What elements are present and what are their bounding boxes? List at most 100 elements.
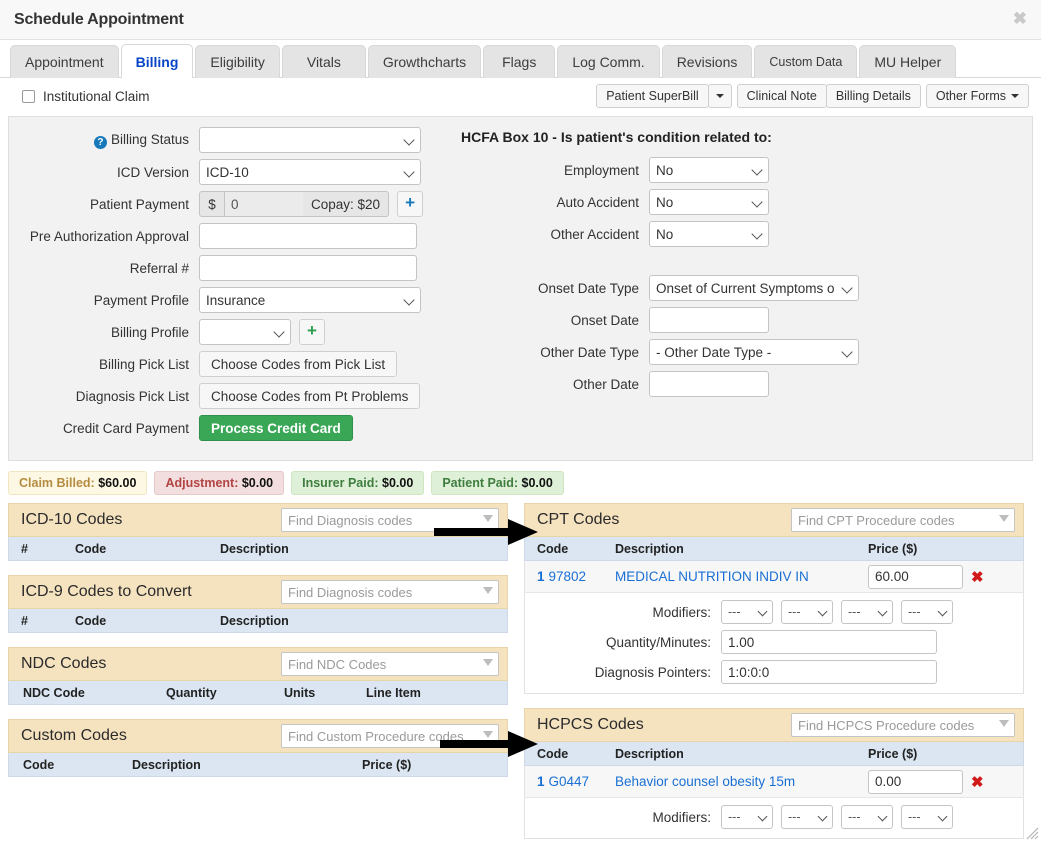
dropdown-arrow-icon bbox=[999, 720, 1009, 727]
hcpcs-row-delete-icon[interactable]: ✖ bbox=[971, 773, 984, 791]
tab-revisions[interactable]: Revisions bbox=[661, 45, 753, 78]
find-diagnosis-codes-input-icd9[interactable]: Find Diagnosis codes bbox=[281, 580, 499, 604]
tab-billing[interactable]: Billing bbox=[120, 44, 194, 78]
help-icon[interactable]: ? bbox=[93, 135, 107, 149]
cpt-row-delete-icon[interactable]: ✖ bbox=[971, 568, 984, 586]
onset-date-type-select[interactable]: Onset of Current Symptoms o bbox=[649, 275, 859, 301]
cpt-modifier-1-select[interactable]: --- bbox=[721, 600, 773, 624]
billing-status-label: ? Billing Status bbox=[9, 132, 199, 149]
find-cpt-procedure-codes-input[interactable]: Find CPT Procedure codes bbox=[791, 508, 1015, 532]
tab-vitals[interactable]: Vitals bbox=[281, 45, 366, 78]
patient-superbill-button[interactable]: Patient SuperBill bbox=[596, 84, 709, 108]
tab-mu-helper[interactable]: MU Helper bbox=[859, 45, 957, 78]
process-credit-card-button[interactable]: Process Credit Card bbox=[199, 415, 353, 441]
hcpcs-modifier-1-select[interactable]: --- bbox=[721, 805, 773, 829]
patient-superbill-dropdown-button[interactable] bbox=[707, 84, 732, 108]
claim-summary-badges: Claim Billed: $60.00 Adjustment: $0.00 I… bbox=[0, 461, 1041, 503]
choose-codes-from-pick-list-button[interactable]: Choose Codes from Pick List bbox=[199, 351, 398, 377]
hcfa-box-10-column: HCFA Box 10 - Is patient's condition rel… bbox=[449, 127, 1032, 403]
dropdown-arrow-icon bbox=[483, 587, 493, 594]
close-icon[interactable]: ✖ bbox=[1013, 10, 1027, 27]
other-date-row: Other Date bbox=[449, 371, 1032, 397]
other-accident-select[interactable]: No bbox=[649, 221, 769, 247]
icd9-panel-title: ICD-9 Codes to Convert bbox=[21, 583, 192, 600]
cpt-row-code[interactable]: 1 97802 bbox=[525, 569, 603, 584]
cpt-modifier-3-wrap: --- bbox=[841, 600, 893, 624]
payment-profile-select[interactable]: Insurance bbox=[199, 287, 421, 313]
auto-accident-select[interactable]: No bbox=[649, 189, 769, 215]
hcpcs-find-placeholder: Find HCPCS Procedure codes bbox=[798, 717, 975, 733]
hcpcs-price-input[interactable] bbox=[868, 769, 963, 794]
referral-input[interactable] bbox=[199, 255, 417, 281]
tab-custom-data[interactable]: Custom Data bbox=[754, 45, 858, 78]
add-billing-profile-button[interactable]: + bbox=[299, 319, 325, 345]
billing-form-panel: ? Billing Status ICD Version ICD-10 Patie bbox=[8, 116, 1033, 461]
onset-date-input[interactable] bbox=[649, 307, 769, 333]
find-hcpcs-procedure-codes-input[interactable]: Find HCPCS Procedure codes bbox=[791, 713, 1015, 737]
billing-profile-select[interactable] bbox=[199, 319, 291, 345]
tab-eligibility[interactable]: Eligibility bbox=[195, 45, 280, 78]
tab-growthcharts[interactable]: Growthcharts bbox=[367, 45, 482, 78]
billing-status-label-text: Billing Status bbox=[110, 131, 189, 147]
adjustment-label: Adjustment: bbox=[165, 476, 239, 490]
resize-grip-icon[interactable] bbox=[1025, 826, 1039, 840]
hcpcs-modifier-4-select[interactable]: --- bbox=[901, 805, 953, 829]
cpt-quantity-input[interactable] bbox=[721, 630, 937, 654]
employment-select[interactable]: No bbox=[649, 157, 769, 183]
other-date-input[interactable] bbox=[649, 371, 769, 397]
billing-status-select[interactable] bbox=[199, 127, 421, 153]
choose-codes-from-pt-problems-button[interactable]: Choose Codes from Pt Problems bbox=[199, 383, 421, 409]
other-forms-button[interactable]: Other Forms bbox=[925, 84, 1029, 108]
icd-version-select[interactable]: ICD-10 bbox=[199, 159, 421, 185]
patient-payment-row: Patient Payment $ Copay: $20 + bbox=[9, 191, 439, 217]
icd10-col-description: Description bbox=[220, 541, 289, 556]
hcfa-box-10-heading: HCFA Box 10 - Is patient's condition rel… bbox=[461, 129, 772, 145]
hcpcs-row-code-value[interactable]: G0447 bbox=[549, 774, 590, 789]
cpt-modifier-3-select[interactable]: --- bbox=[841, 600, 893, 624]
payment-profile-label: Payment Profile bbox=[93, 292, 189, 308]
hcpcs-row-price-cell bbox=[856, 769, 971, 794]
tab-appointment[interactable]: Appointment bbox=[10, 45, 119, 78]
other-date-type-select[interactable]: - Other Date Type - bbox=[649, 339, 859, 365]
hcpcs-panel-title: HCPCS Codes bbox=[537, 716, 644, 733]
hcpcs-modifier-2-select[interactable]: --- bbox=[781, 805, 833, 829]
find-ndc-codes-input[interactable]: Find NDC Codes bbox=[281, 652, 499, 676]
onset-date-type-row: Onset Date Type Onset of Current Symptom… bbox=[449, 275, 1032, 301]
billing-status-row: ? Billing Status bbox=[9, 127, 439, 153]
hcpcs-row-index: 1 bbox=[537, 774, 545, 789]
hcpcs-row-description[interactable]: Behavior counsel obesity 15m bbox=[603, 774, 856, 789]
custom-codes-panel-title: Custom Codes bbox=[21, 727, 127, 744]
hcpcs-modifier-3-wrap: --- bbox=[841, 805, 893, 829]
patient-payment-input[interactable] bbox=[225, 191, 303, 217]
institutional-claim-checkbox[interactable] bbox=[22, 89, 35, 103]
other-date-label: Other Date bbox=[572, 376, 639, 392]
billing-profile-select-wrap bbox=[199, 319, 291, 345]
currency-symbol: $ bbox=[199, 191, 225, 217]
auto-accident-row: Auto Accident No bbox=[449, 189, 1032, 215]
insurer-paid-amount: $0.00 bbox=[382, 476, 414, 490]
cpt-price-input[interactable] bbox=[868, 564, 963, 589]
cpt-modifier-2-select[interactable]: --- bbox=[781, 600, 833, 624]
custom-codes-panel: Custom Codes Find Custom Procedure codes… bbox=[8, 719, 508, 777]
tab-flags[interactable]: Flags bbox=[483, 45, 556, 78]
cpt-diagnosis-pointers-input[interactable] bbox=[721, 660, 937, 684]
add-payment-button[interactable]: + bbox=[397, 191, 424, 217]
cpt-col-code: Code bbox=[537, 541, 569, 556]
find-diagnosis-codes-input-icd10[interactable]: Find Diagnosis codes bbox=[281, 508, 499, 532]
cpt-row-description[interactable]: MEDICAL NUTRITION INDIV IN bbox=[603, 569, 856, 584]
tab-log-comm[interactable]: Log Comm. bbox=[557, 45, 660, 78]
icd-version-select-wrap: ICD-10 bbox=[199, 159, 421, 185]
pre-authorization-input[interactable] bbox=[199, 223, 417, 249]
schedule-appointment-modal: Schedule Appointment ✖ Appointment Billi… bbox=[0, 0, 1041, 842]
find-custom-procedure-codes-input[interactable]: Find Custom Procedure codes bbox=[281, 724, 499, 748]
billing-details-button[interactable]: Billing Details bbox=[825, 84, 921, 108]
ndc-table-header: NDC Code Quantity Units Line Item bbox=[8, 681, 508, 705]
hcpcs-row-code[interactable]: 1 G0447 bbox=[525, 774, 603, 789]
cpt-detail-block: Modifiers: --- --- --- --- Quantity/Minu… bbox=[524, 593, 1024, 694]
icd10-table-header: # Code Description bbox=[8, 537, 508, 561]
clinical-note-button[interactable]: Clinical Note bbox=[736, 84, 827, 108]
hcpcs-modifier-3-select[interactable]: --- bbox=[841, 805, 893, 829]
cpt-modifier-4-select[interactable]: --- bbox=[901, 600, 953, 624]
cpt-row-code-value[interactable]: 97802 bbox=[549, 569, 587, 584]
cpt-modifier-1-wrap: --- bbox=[721, 600, 773, 624]
